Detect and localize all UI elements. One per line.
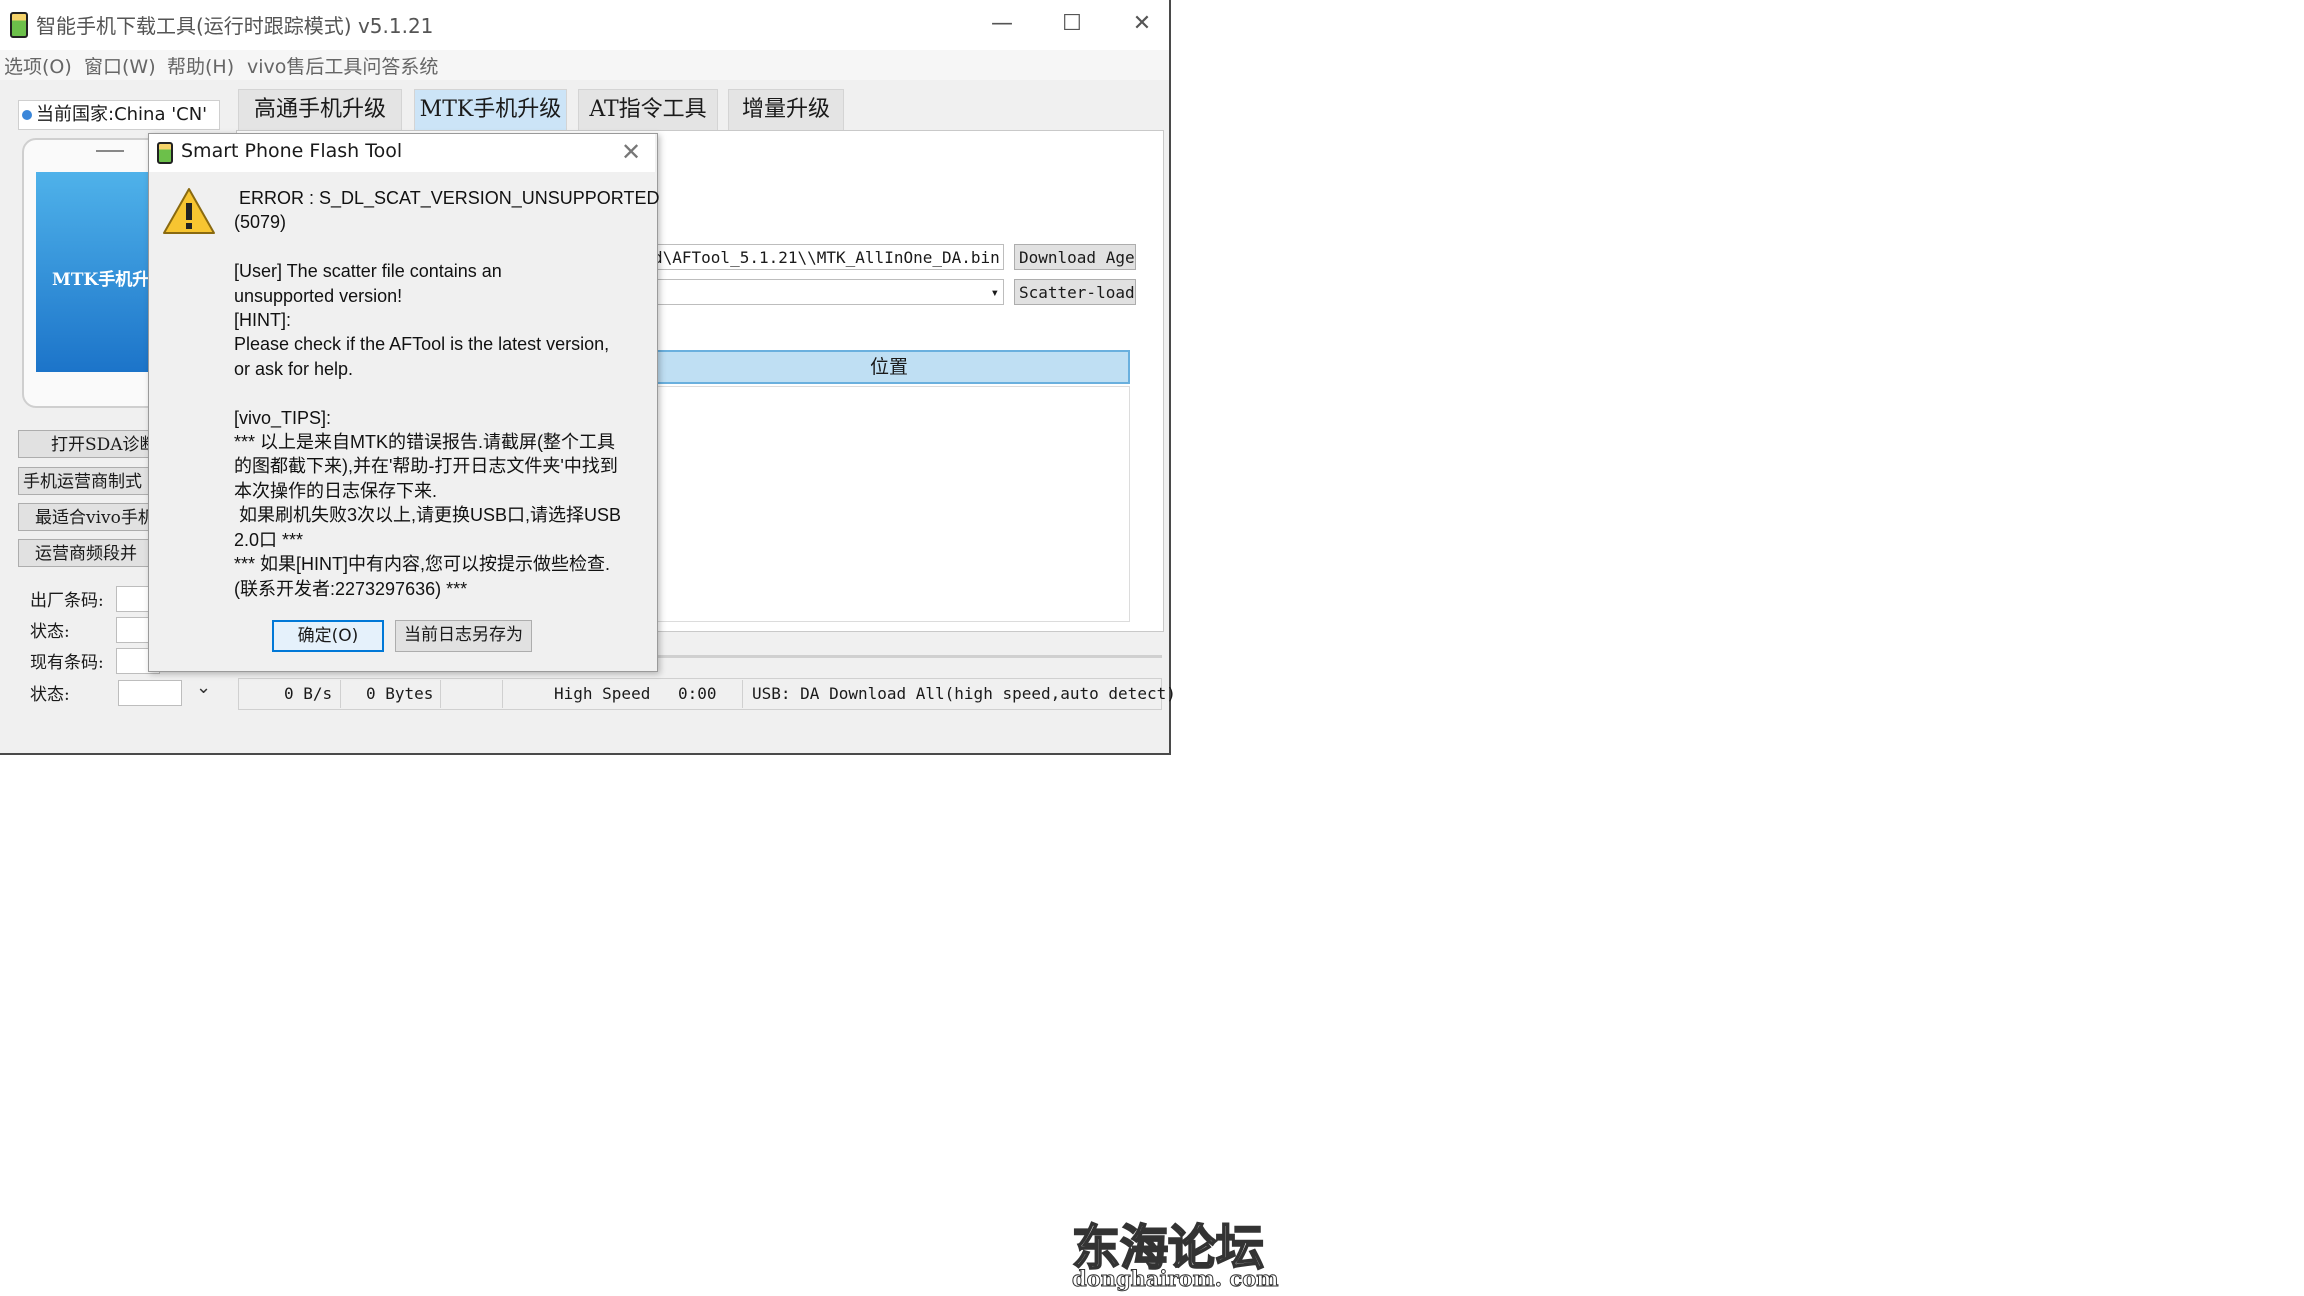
scatter-loading-button[interactable]: Scatter-loading	[1014, 279, 1136, 305]
tab-at-command[interactable]: AT指令工具	[578, 89, 718, 131]
list-column-location[interactable]: 位置	[648, 350, 1130, 384]
close-button[interactable]: ✕	[1120, 6, 1164, 42]
phone-speaker	[96, 150, 124, 152]
best-for-vivo-button[interactable]: 最适合vivo手机	[18, 503, 163, 531]
open-sda-diagnostics-button[interactable]: 打开SDA诊断	[18, 430, 163, 458]
current-country: 当前国家:China 'CN'	[18, 100, 220, 130]
phone-battery-icon	[10, 12, 28, 38]
chevron-down-icon[interactable]: ⌄	[196, 677, 211, 698]
scatter-file-select[interactable]: ▾	[648, 279, 1004, 305]
watermark-url: donghairom. com	[1071, 1266, 1279, 1292]
progress-bar	[648, 655, 1162, 658]
status-separator	[742, 680, 743, 708]
status-label-2: 状态:	[30, 685, 70, 705]
status-bytes: 0 Bytes	[366, 684, 434, 703]
save-log-button[interactable]: 当前日志另存为	[395, 620, 532, 652]
dialog-close-button[interactable]: ✕	[616, 136, 646, 168]
maximize-button[interactable]: ☐	[1050, 6, 1094, 42]
tab-qualcomm[interactable]: 高通手机升级	[238, 89, 402, 131]
menu-options[interactable]: 选项(O)	[4, 52, 72, 79]
menu-vivo-qa[interactable]: vivo售后工具问答系统	[247, 52, 438, 79]
status-time: 0:00	[678, 684, 717, 703]
ok-button[interactable]: 确定(O)	[272, 620, 384, 652]
country-label: 当前国家:China 'CN'	[36, 104, 208, 125]
status-label-1: 状态:	[30, 622, 70, 642]
phone-battery-icon	[157, 142, 173, 164]
carrier-band-button[interactable]: 运营商频段并	[18, 539, 163, 567]
warning-icon	[163, 188, 215, 234]
current-barcode-label: 现有条码:	[30, 653, 104, 673]
status-separator	[340, 680, 341, 708]
menu-help[interactable]: 帮助(H)	[167, 52, 234, 79]
dialog-message: ERROR : S_DL_SCAT_VERSION_UNSUPPORTED (5…	[234, 188, 660, 599]
status-speed: 0 B/s	[284, 684, 333, 703]
info-icon	[22, 110, 32, 120]
minimize-button[interactable]: —	[980, 6, 1024, 42]
status-separator	[502, 680, 503, 708]
carrier-standard-button[interactable]: 手机运营商制式	[18, 467, 163, 495]
status-select[interactable]	[118, 680, 182, 706]
status-separator	[440, 680, 441, 708]
tab-mtk[interactable]: MTK手机升级	[414, 89, 567, 131]
tab-incremental[interactable]: 增量升级	[728, 89, 844, 131]
partition-list[interactable]	[648, 386, 1130, 622]
status-usb: USB: DA Download All(high speed,auto det…	[752, 684, 1176, 703]
window-title: 智能手机下载工具(运行时跟踪模式) v5.1.21	[36, 14, 434, 38]
dropdown-arrow-icon: ▾	[990, 285, 999, 301]
da-path-field[interactable]: d\AFTool_5.1.21\\MTK_AllInOne_DA.bin	[648, 244, 1004, 270]
phone-screen-text: MTK手机升	[52, 270, 150, 290]
dialog-title: Smart Phone Flash Tool	[181, 140, 403, 162]
status-mode: High Speed	[554, 684, 651, 703]
factory-barcode-label: 出厂条码:	[30, 591, 104, 611]
download-agent-button[interactable]: Download Agent	[1014, 244, 1136, 270]
menu-window[interactable]: 窗口(W)	[84, 52, 156, 79]
